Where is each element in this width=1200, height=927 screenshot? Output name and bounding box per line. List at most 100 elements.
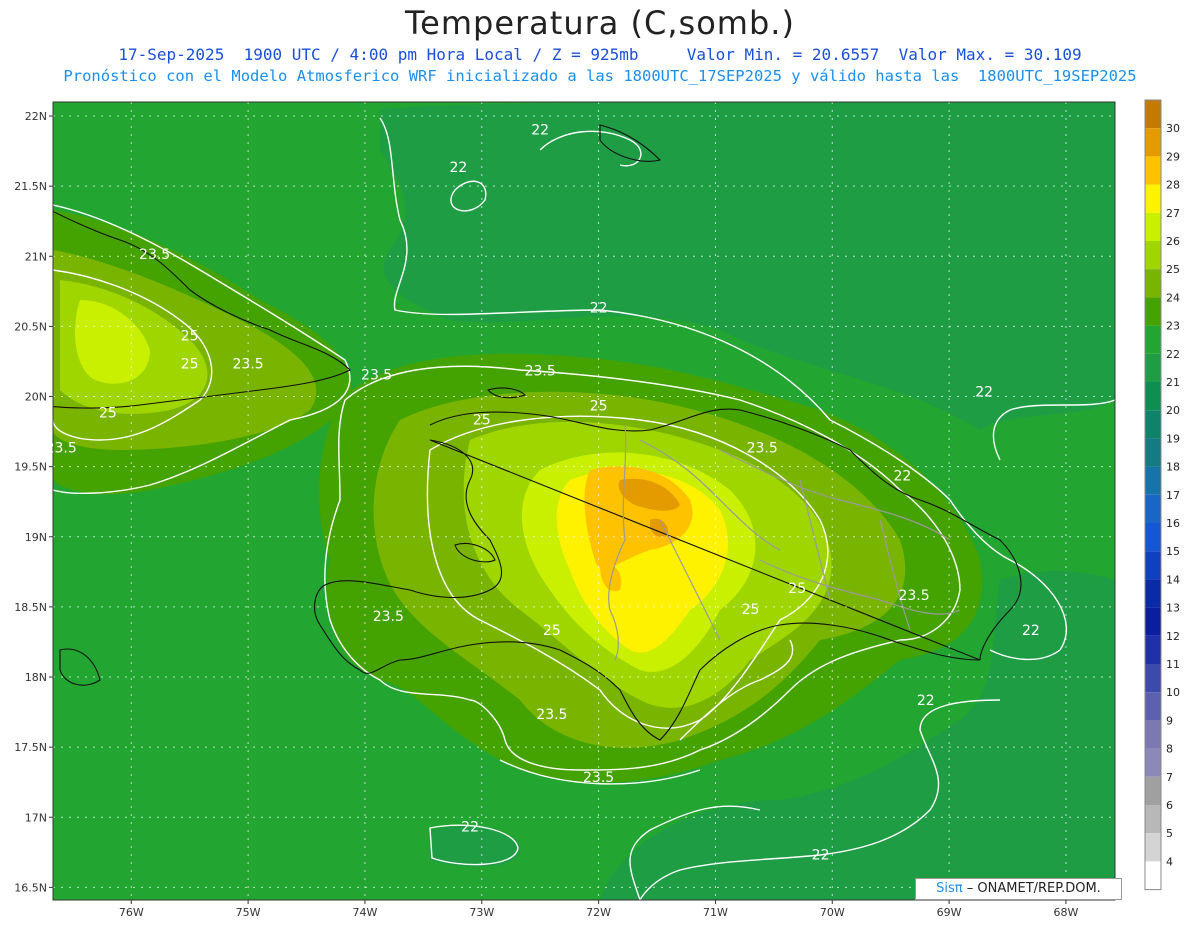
contour-label: 23.5	[583, 770, 614, 786]
contour-label: 25	[181, 328, 199, 344]
contour-label: 22	[461, 819, 479, 835]
colorbar-label: 25	[1166, 263, 1180, 276]
lat-label: 18N	[25, 671, 47, 684]
lat-label: 18.5N	[14, 601, 47, 614]
colorbar-swatch	[1145, 466, 1161, 495]
lon-label: 76W	[119, 906, 144, 919]
lat-label: 21N	[25, 250, 47, 263]
credit-text: – ONAMET/REP.DOM.	[966, 881, 1101, 896]
lon-label: 73W	[469, 906, 494, 919]
lon-label: 74W	[353, 906, 378, 919]
contour-label: 23.5	[373, 609, 404, 625]
colorbar-label: 4	[1166, 855, 1173, 868]
colorbar-label: 29	[1166, 150, 1180, 163]
colorbar-label: 16	[1166, 517, 1180, 530]
colorbar-label: 11	[1166, 658, 1180, 671]
lat-label: 21.5N	[14, 180, 47, 193]
colorbar-swatch	[1145, 692, 1161, 721]
colorbar-swatch	[1145, 297, 1161, 326]
colorbar-swatch	[1145, 438, 1161, 467]
colorbar-label: 9	[1166, 714, 1173, 727]
colorbar-label: 7	[1166, 771, 1173, 784]
colorbar-swatch	[1145, 128, 1161, 157]
colorbar-swatch	[1145, 494, 1161, 523]
colorbar-swatch	[1145, 720, 1161, 749]
colorbar-swatch	[1145, 776, 1161, 805]
colorbar-swatch	[1145, 184, 1161, 213]
contour-label: 22	[812, 847, 830, 863]
colorbar-label: 15	[1166, 545, 1180, 558]
colorbar-swatch	[1145, 748, 1161, 777]
colorbar-label: 14	[1166, 573, 1180, 586]
contour-label: 23.5	[747, 441, 778, 457]
lat-label: 16.5N	[14, 881, 47, 894]
contour-label: 23.5	[46, 441, 77, 457]
lat-label: 20.5N	[14, 320, 47, 333]
colorbar-label: 27	[1166, 207, 1180, 220]
colorbar-label: 30	[1166, 122, 1180, 135]
colorbar-label: 18	[1166, 461, 1180, 474]
colorbar-swatch	[1145, 241, 1161, 270]
colorbar-swatch	[1145, 664, 1161, 693]
colorbar-swatch	[1145, 551, 1161, 580]
lon-label: 69W	[937, 906, 962, 919]
colorbar-swatch	[1145, 269, 1161, 298]
colorbar-label: 12	[1166, 630, 1180, 643]
contour-label: 25	[543, 623, 561, 639]
contour-label: 23.5	[361, 368, 392, 384]
colorbar-label: 17	[1166, 489, 1180, 502]
contour-label: 22	[531, 122, 549, 138]
lon-label: 68W	[1053, 906, 1078, 919]
contour-label: 23.5	[139, 247, 170, 263]
lat-label: 17.5N	[14, 741, 47, 754]
colorbar-swatch	[1145, 100, 1161, 129]
contour-label: 22	[590, 300, 608, 316]
contour-label: 23.5	[898, 588, 929, 604]
colorbar-swatch	[1145, 579, 1161, 608]
lon-label: 71W	[703, 906, 728, 919]
lat-label: 19.5N	[14, 461, 47, 474]
colorbar-label: 22	[1166, 348, 1180, 361]
contour-label: 25	[742, 602, 760, 618]
colorbar-label: 24	[1166, 291, 1180, 304]
colorbar-label: 28	[1166, 179, 1180, 192]
lon-label: 70W	[820, 906, 845, 919]
contour-label: 25	[181, 356, 199, 372]
temperature-map: 22N 21.5N 21N 20.5N 20N 19.5N 19N 18.5N 18N 17.5N…	[14, 99, 1180, 919]
lat-label: 22N	[25, 110, 47, 123]
colorbar-label: 20	[1166, 404, 1180, 417]
contour-label: 25	[590, 399, 608, 415]
contour-label: 22	[1022, 623, 1040, 639]
colorbar-label: 19	[1166, 432, 1180, 445]
sispi-logo-text: Sisπ	[936, 881, 963, 896]
colorbar-swatch	[1145, 805, 1161, 834]
colorbar-swatch	[1145, 523, 1161, 552]
contour-label: 23.5	[536, 707, 567, 723]
lat-label: 20N	[25, 391, 47, 404]
colorbar-label: 5	[1166, 827, 1173, 840]
colorbar-swatch	[1145, 607, 1161, 636]
contour-label: 23.5	[525, 363, 556, 379]
colorbar-swatch	[1145, 212, 1161, 241]
colorbar-swatch	[1145, 353, 1161, 382]
colorbar-label: 6	[1166, 799, 1173, 812]
contour-label: 23.5	[233, 356, 264, 372]
contour-label: 22	[975, 385, 993, 401]
colorbar: 30 29 28 27 26 25 24 23 22 21 20 19 18 17 16 15 14 13 12 11…	[1144, 99, 1180, 891]
colorbar-swatch	[1145, 635, 1161, 664]
contour-label: 22	[893, 469, 911, 485]
colorbar-label: 26	[1166, 235, 1180, 248]
contour-label: 25	[473, 413, 491, 429]
colorbar-label: 21	[1166, 376, 1180, 389]
lon-label: 72W	[586, 906, 611, 919]
colorbar-swatch	[1145, 382, 1161, 411]
lon-label: 75W	[236, 906, 261, 919]
colorbar-label: 10	[1166, 686, 1180, 699]
contour-label: 25	[788, 581, 806, 597]
colorbar-swatch	[1145, 325, 1161, 354]
credit-box: Sisπ – ONAMET/REP.DOM.	[915, 878, 1122, 900]
contour-label: 22	[449, 160, 467, 176]
lat-label: 17N	[25, 811, 47, 824]
colorbar-swatch	[1145, 156, 1161, 185]
contour-label: 22	[917, 693, 935, 709]
